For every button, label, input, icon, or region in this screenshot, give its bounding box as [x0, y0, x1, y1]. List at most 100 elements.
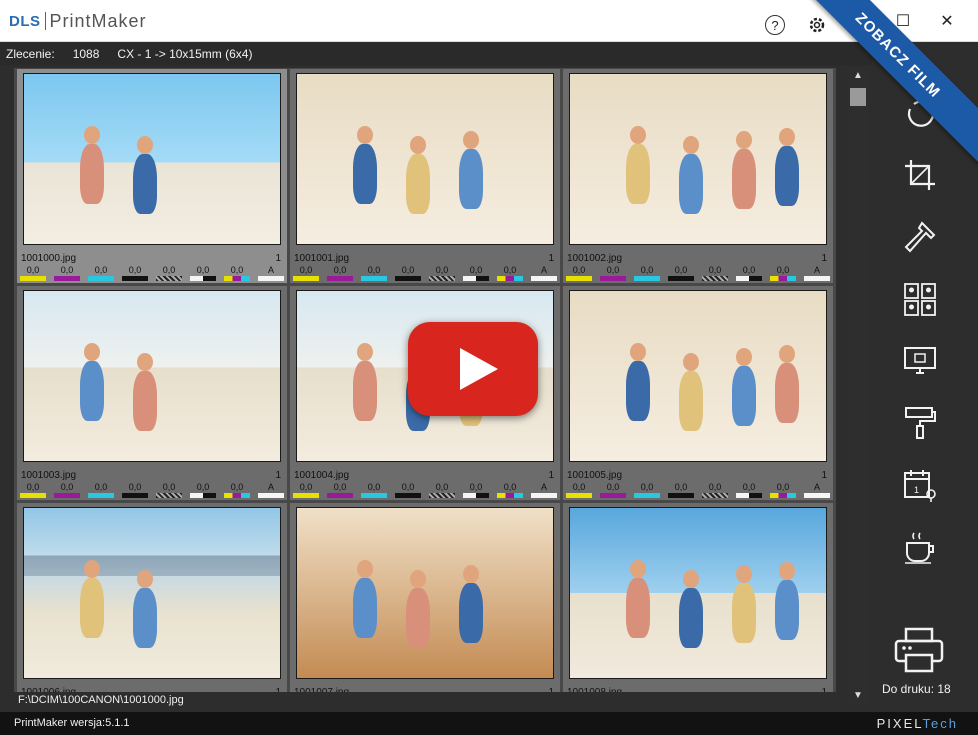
color-value[interactable]: 0,0 [599, 482, 627, 492]
photo-cell[interactable]: 1001000.jpg 1 0,0 0,0 0,0 0,0 0,0 0,0 0,0 A [17, 69, 287, 283]
color-bar [20, 493, 46, 498]
color-value[interactable]: 0,0 [735, 482, 763, 492]
photo-thumbnail[interactable] [296, 73, 554, 245]
color-value[interactable]: 0,0 [223, 265, 251, 275]
color-value[interactable]: 0,0 [394, 265, 422, 275]
color-value[interactable]: A [257, 265, 285, 275]
photo-quantity[interactable]: 1 [548, 687, 554, 692]
color-value[interactable]: 0,0 [326, 265, 354, 275]
coffee-cup-icon[interactable] [900, 527, 940, 567]
scroll-thumb[interactable] [850, 88, 866, 106]
photo-quantity[interactable]: 1 [275, 687, 281, 692]
photo-filename: 1001003.jpg [21, 470, 77, 481]
color-value[interactable]: A [530, 482, 558, 492]
photo-cell[interactable]: 1001007.jpg10,00,00,00,00,00,00,0A [290, 503, 560, 692]
photo-thumbnail[interactable] [296, 507, 554, 679]
color-value[interactable]: 0,0 [53, 265, 81, 275]
photo-quantity[interactable]: 1 [275, 253, 281, 264]
color-value[interactable]: 0,0 [189, 265, 217, 275]
color-value[interactable]: 0,0 [428, 265, 456, 275]
settings-gear-icon[interactable] [806, 14, 828, 36]
color-value[interactable]: 0,0 [19, 265, 47, 275]
person-body-shape [626, 361, 650, 421]
color-value[interactable]: 0,0 [565, 265, 593, 275]
color-value[interactable]: 0,0 [735, 265, 763, 275]
color-value[interactable]: 0,0 [667, 482, 695, 492]
color-value[interactable]: 0,0 [121, 265, 149, 275]
photo-quantity[interactable]: 1 [821, 253, 827, 264]
photo-quantity[interactable]: 1 [821, 687, 827, 692]
person-body-shape [80, 578, 104, 638]
color-value[interactable]: 0,0 [667, 265, 695, 275]
color-value[interactable]: A [803, 265, 831, 275]
photo-thumbnail[interactable] [569, 507, 827, 679]
photo-cell[interactable]: 1001006.jpg10,00,00,00,00,00,00,0A [17, 503, 287, 692]
printer-icon[interactable] [894, 627, 944, 673]
color-value[interactable]: 0,0 [462, 265, 490, 275]
color-value[interactable]: 0,0 [565, 482, 593, 492]
color-value[interactable]: 0,0 [496, 265, 524, 275]
color-value[interactable]: 0,0 [360, 482, 388, 492]
close-button[interactable]: ✕ [936, 10, 958, 32]
color-value[interactable]: 0,0 [155, 482, 183, 492]
color-bars [292, 276, 557, 281]
color-value[interactable]: 0,0 [633, 482, 661, 492]
color-value[interactable]: 0,0 [292, 482, 320, 492]
color-value[interactable]: 0,0 [223, 482, 251, 492]
color-bar [224, 276, 250, 281]
color-value[interactable]: 0,0 [701, 482, 729, 492]
color-bar [156, 493, 182, 498]
photo-thumbnail[interactable] [23, 73, 281, 245]
color-value[interactable]: 0,0 [599, 265, 627, 275]
color-value[interactable]: A [803, 482, 831, 492]
color-value[interactable]: 0,0 [496, 482, 524, 492]
person-body-shape [679, 588, 703, 648]
id-photo-icon[interactable] [900, 279, 940, 319]
color-value[interactable]: 0,0 [326, 482, 354, 492]
grid-scrollbar[interactable]: ▲ ▼ [848, 68, 868, 704]
photo-quantity[interactable]: 1 [275, 470, 281, 481]
monitor-print-icon[interactable] [900, 341, 940, 381]
photo-cell[interactable]: 1001003.jpg 1 0,0 0,0 0,0 0,0 0,0 0,0 0,0 A [17, 286, 287, 500]
photo-quantity[interactable]: 1 [821, 470, 827, 481]
photo-thumbnail[interactable] [569, 290, 827, 462]
color-value[interactable]: 0,0 [121, 482, 149, 492]
color-value[interactable]: 0,0 [394, 482, 422, 492]
photo-thumbnail[interactable] [569, 73, 827, 245]
color-value[interactable]: 0,0 [769, 265, 797, 275]
color-value[interactable]: 0,0 [769, 482, 797, 492]
scroll-down-arrow-icon[interactable]: ▼ [848, 688, 868, 704]
photo-quantity[interactable]: 1 [548, 253, 554, 264]
color-value[interactable]: 0,0 [87, 482, 115, 492]
color-value[interactable]: 0,0 [633, 265, 661, 275]
person-body-shape [732, 583, 756, 643]
color-value[interactable]: 0,0 [360, 265, 388, 275]
color-value[interactable]: 0,0 [462, 482, 490, 492]
color-value[interactable]: 0,0 [701, 265, 729, 275]
color-value[interactable]: 0,0 [19, 482, 47, 492]
photo-quantity[interactable]: 1 [548, 470, 554, 481]
color-value[interactable]: 0,0 [292, 265, 320, 275]
color-value[interactable]: 0,0 [155, 265, 183, 275]
help-button[interactable]: ? [765, 15, 785, 35]
person-head-shape [779, 128, 795, 146]
calendar-icon[interactable]: 1 [900, 465, 940, 505]
color-value[interactable]: A [257, 482, 285, 492]
color-value[interactable]: 0,0 [189, 482, 217, 492]
color-value[interactable]: 0,0 [87, 265, 115, 275]
color-value[interactable]: A [530, 265, 558, 275]
person-head-shape [84, 126, 100, 144]
photo-cell[interactable]: 1001001.jpg 1 0,0 0,0 0,0 0,0 0,0 0,0 0,0 A [290, 69, 560, 283]
photo-thumbnail[interactable] [23, 507, 281, 679]
play-video-button[interactable] [408, 322, 538, 416]
photo-cell[interactable]: 1001008.jpg10,00,00,00,00,00,00,0A [563, 503, 833, 692]
photo-cell[interactable]: 1001005.jpg 1 0,0 0,0 0,0 0,0 0,0 0,0 0,0 A [563, 286, 833, 500]
photo-cell[interactable]: 1001002.jpg 1 0,0 0,0 0,0 0,0 0,0 0,0 0,0 A [563, 69, 833, 283]
hammer-icon[interactable] [900, 217, 940, 257]
color-value[interactable]: 0,0 [428, 482, 456, 492]
color-value[interactable]: 0,0 [53, 482, 81, 492]
crop-icon[interactable] [900, 155, 940, 195]
scroll-up-arrow-icon[interactable]: ▲ [848, 68, 868, 84]
paint-roller-icon[interactable] [900, 403, 940, 443]
photo-thumbnail[interactable] [23, 290, 281, 462]
